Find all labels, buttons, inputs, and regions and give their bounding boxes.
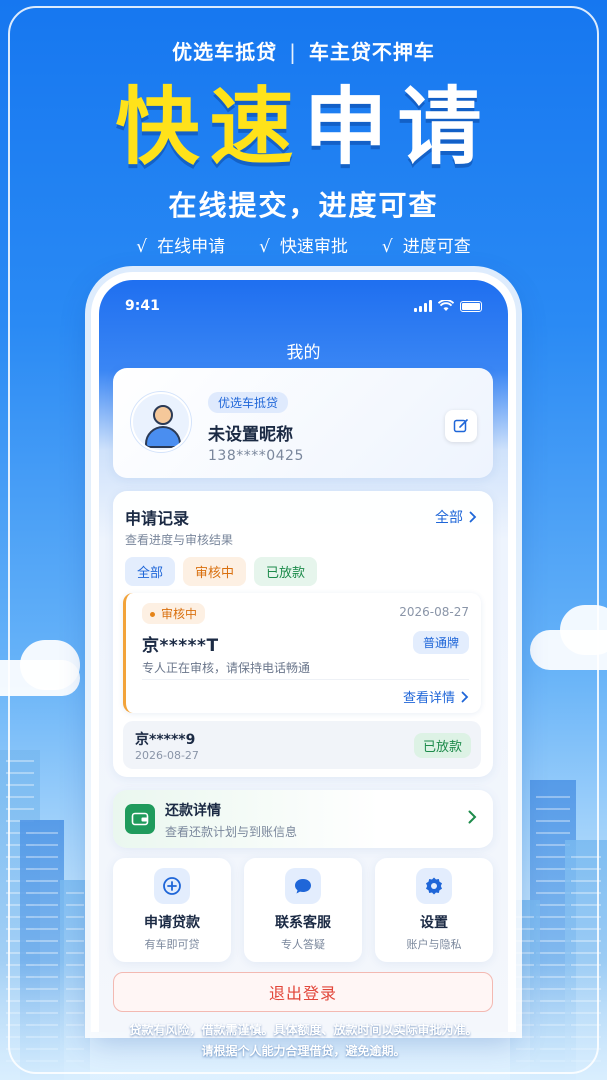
- tile-sub: 账户与隐私: [406, 938, 462, 951]
- page-title: 我的: [286, 343, 321, 363]
- record-date: 2026-08-27: [399, 605, 469, 619]
- brand-pill: 优选车抵贷: [208, 392, 289, 413]
- feature-item: √ 在线申请: [136, 232, 225, 257]
- signal-icon: [414, 300, 432, 312]
- hero-title: 快速申请: [0, 72, 607, 182]
- customer-service-tile[interactable]: 联系客服 专人答疑: [244, 858, 362, 962]
- gear-icon: [416, 868, 452, 904]
- wifi-icon: [438, 300, 454, 311]
- check-icon: √: [136, 237, 148, 257]
- status-icons: [414, 300, 482, 312]
- repayment-subtitle: 查看还款计划与到账信息: [165, 825, 298, 839]
- banner-tagline: 车主贷不押车: [308, 40, 435, 64]
- filter-disbursed[interactable]: 已放款: [254, 557, 318, 586]
- feature-item: √ 进度可查: [382, 232, 471, 257]
- feature-item: √ 快速审批: [259, 232, 348, 257]
- chevron-right-icon: [461, 691, 469, 702]
- plate-number: 京*****9: [135, 732, 196, 748]
- plate-type-badge: 普通牌: [412, 631, 469, 654]
- wallet-icon: [125, 804, 155, 834]
- tile-sub: 有车即可贷: [144, 938, 200, 951]
- banner-separator: |: [289, 40, 297, 64]
- filter-reviewing[interactable]: 审核中: [183, 557, 247, 586]
- nickname: 未设置昵称: [208, 425, 293, 445]
- check-icon: √: [259, 237, 270, 257]
- record-filters: 全部 审核中 已放款: [125, 557, 318, 586]
- feature-label: 在线申请: [157, 237, 226, 257]
- disclaimer-line-2: 请根据个人能力合理借贷，避免逾期。: [201, 1044, 406, 1058]
- view-all-label: 全部: [435, 510, 463, 526]
- feature-label: 进度可查: [402, 237, 471, 257]
- record-note: 专人正在审核，请保持电话畅通: [142, 661, 311, 675]
- records-title: 申请记录: [125, 509, 190, 528]
- status-badge: 已放款: [413, 733, 471, 758]
- banner-top-line: 优选车抵贷 | 车主贷不押车: [0, 36, 607, 65]
- avatar[interactable]: [131, 392, 191, 452]
- feature-label: 快速审批: [279, 237, 348, 257]
- phone-screen: 9:41 我的 优选车抵贷 未设置昵称 138****0425 申请记录 查看进…: [99, 280, 508, 1032]
- risk-disclaimer: 贷款有风险，借款需谨慎。具体额度、放款时间以实际审批为准。 请根据个人能力合理借…: [0, 1020, 607, 1062]
- status-time: 9:41: [125, 298, 160, 314]
- disclaimer-line-1: 贷款有风险，借款需谨慎。具体额度、放款时间以实际审批为准。: [129, 1023, 478, 1037]
- filter-all[interactable]: 全部: [125, 557, 176, 586]
- application-records-card: 申请记录 查看进度与审核结果 全部 全部 审核中 已放款 审核中 2026-08…: [113, 491, 493, 777]
- phone-mockup: 9:41 我的 优选车抵贷 未设置昵称 138****0425 申请记录 查看进…: [91, 272, 516, 1032]
- profile-card[interactable]: 优选车抵贷 未设置昵称 138****0425: [113, 368, 493, 478]
- tile-sub: 专人答疑: [281, 938, 325, 951]
- feature-list: √ 在线申请 √ 快速审批 √ 进度可查: [0, 232, 607, 257]
- hero-subtitle: 在线提交，进度可查: [168, 189, 439, 222]
- tile-label: 申请贷款: [144, 915, 200, 931]
- records-subtitle: 查看进度与审核结果: [125, 533, 234, 547]
- banner-brand: 优选车抵贷: [172, 40, 278, 64]
- record-item-reviewing[interactable]: 审核中 2026-08-27 京*****T 普通牌 专人正在审核，请保持电话畅…: [123, 593, 481, 713]
- repayment-details-card[interactable]: 还款详情 查看还款计划与到账信息: [113, 790, 493, 848]
- plate-number: 京*****T: [142, 636, 219, 656]
- record-item-disbursed[interactable]: 京*****9 2026-08-27 已放款: [123, 721, 481, 769]
- plus-circle-icon: [154, 868, 190, 904]
- hero-white-text: 申请: [303, 78, 492, 176]
- view-details-label: 查看详情: [402, 691, 455, 706]
- apply-loan-tile[interactable]: 申请贷款 有车即可贷: [113, 858, 231, 962]
- hero-yellow-text: 快速: [115, 78, 304, 176]
- record-date: 2026-08-27: [135, 749, 199, 762]
- chevron-right-icon: [468, 810, 477, 824]
- view-details-link[interactable]: 查看详情: [403, 687, 469, 706]
- battery-icon: [460, 300, 482, 312]
- edit-profile-button[interactable]: [445, 410, 477, 442]
- settings-tile[interactable]: 设置 账户与隐私: [375, 858, 493, 962]
- repayment-title: 还款详情: [165, 803, 221, 819]
- status-bar: 9:41: [125, 296, 482, 316]
- status-badge-label: 审核中: [161, 607, 198, 621]
- edit-icon: [453, 419, 468, 433]
- logout-button[interactable]: 退出登录: [113, 972, 493, 1012]
- chevron-right-icon: [469, 511, 477, 523]
- tile-label: 设置: [420, 915, 448, 931]
- phone-number: 138****0425: [208, 448, 304, 464]
- check-icon: √: [381, 237, 393, 257]
- chat-bubble-icon: [285, 868, 321, 904]
- status-badge: 审核中: [142, 603, 206, 624]
- view-all-link[interactable]: 全部: [435, 507, 477, 527]
- tile-label: 联系客服: [275, 915, 331, 931]
- divider: [142, 679, 469, 680]
